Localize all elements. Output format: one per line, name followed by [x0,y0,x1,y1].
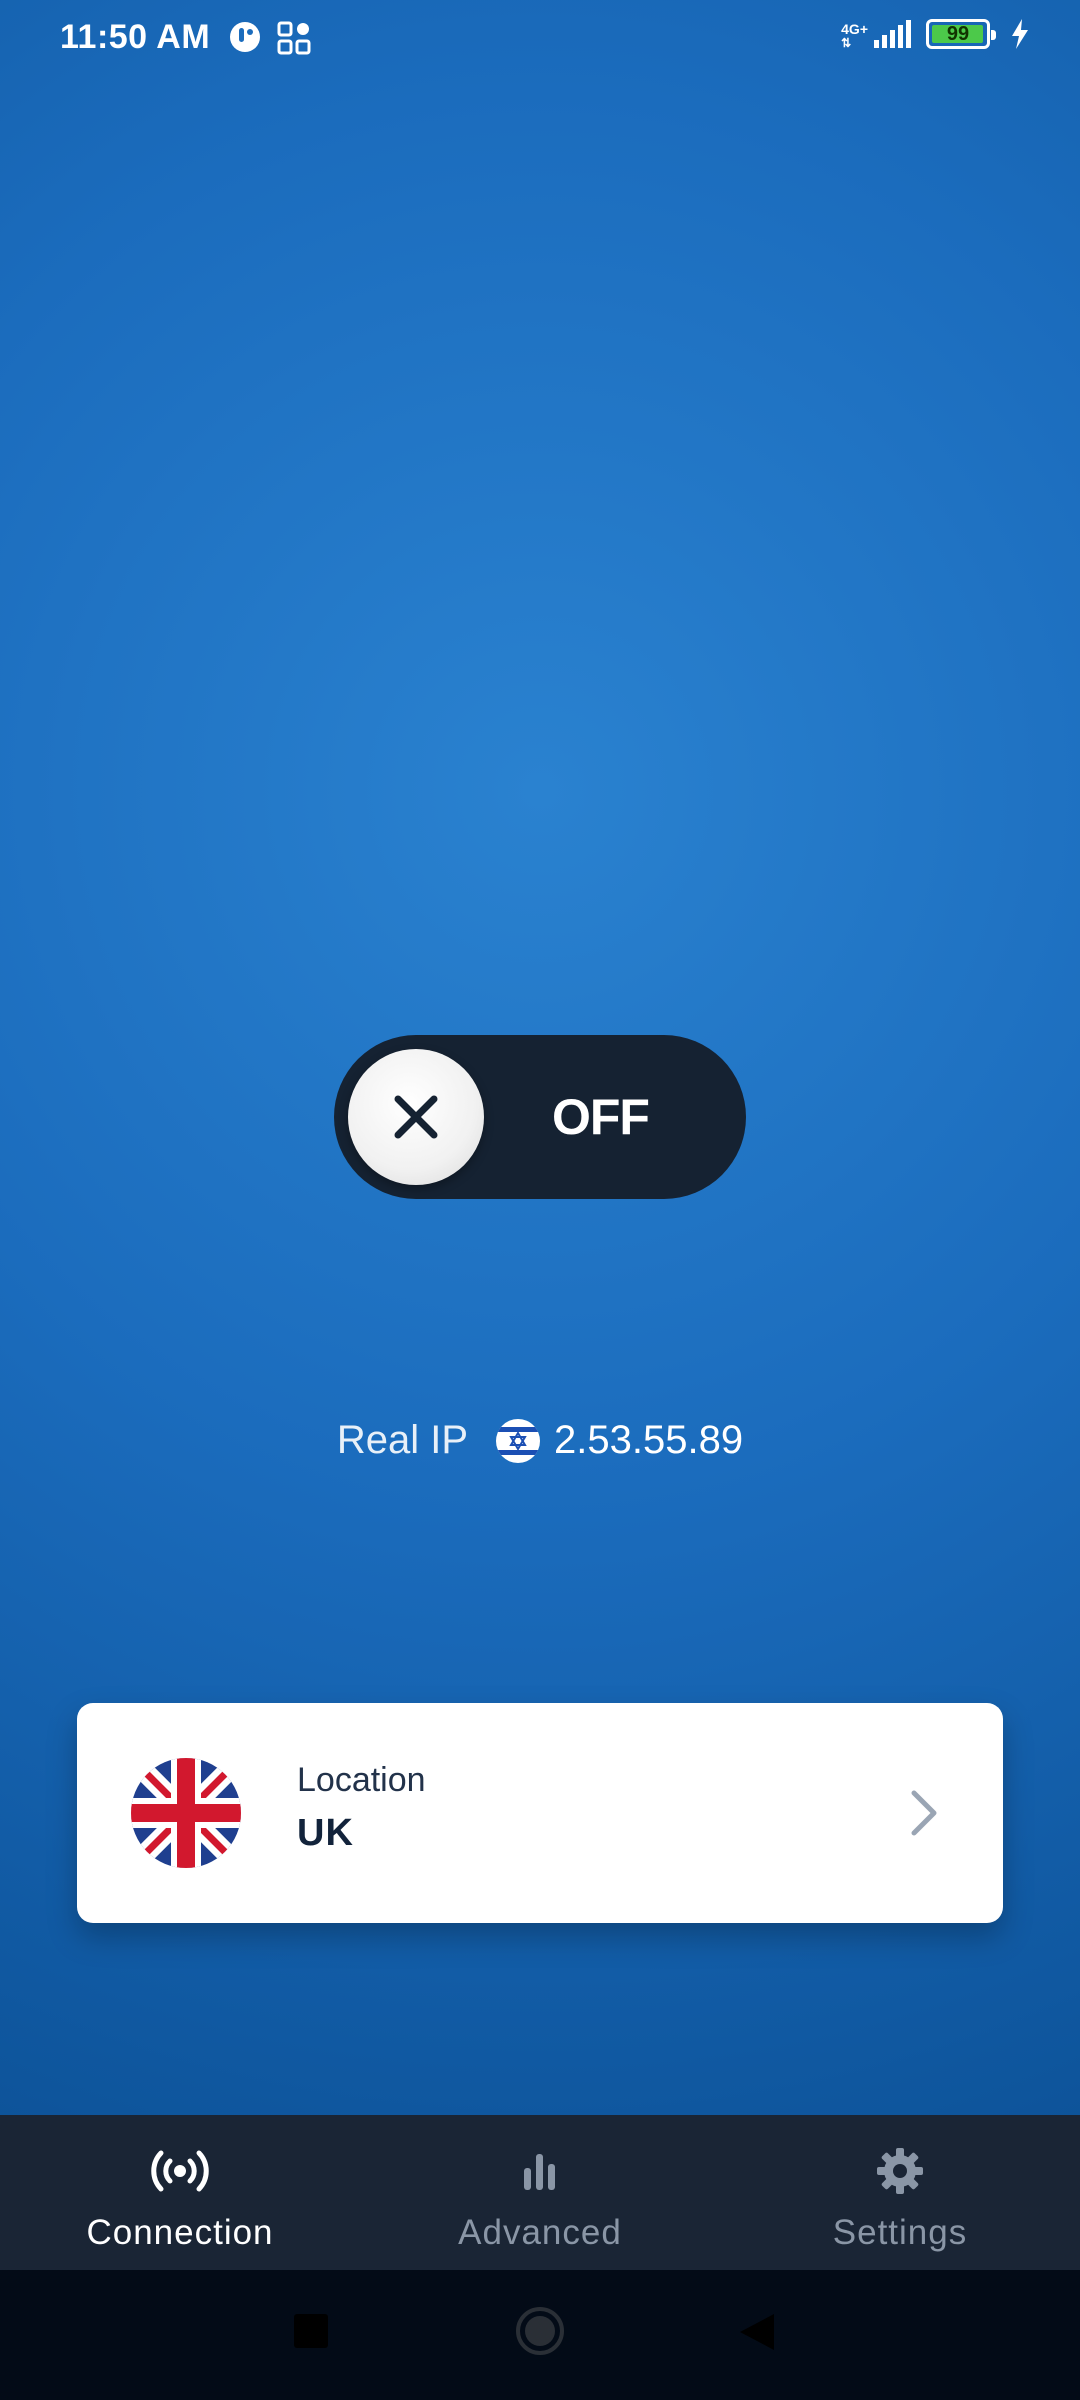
back-icon [740,2314,774,2350]
ip-address: 2.53.55.89 [554,1418,744,1462]
nav-settings-label: Settings [832,2213,968,2252]
location-label: Location [297,1761,426,1799]
bottom-nav: Connection Advanced Settings [0,2115,1080,2270]
home-icon [516,2307,564,2355]
location-card[interactable]: Location UK [77,1703,1003,1923]
nav-connection-label: Connection [86,2213,274,2252]
status-time: 11:50 AM [60,18,211,56]
charging-bolt-icon [1012,19,1028,49]
battery-indicator: 99 [926,19,996,49]
recent-apps-button[interactable] [294,2314,328,2348]
grid-app-icon [276,20,312,61]
ip-info: Real IP 2.53.55.89 [0,1418,1080,1463]
status-bar: 11:50 AM 4G+ ⇅ 99 [0,0,1080,80]
signal-icon [874,20,911,48]
israel-flag-icon [496,1418,541,1463]
network-type: 4G+ [841,21,868,37]
notification-app-icon [228,20,262,59]
system-nav-bar [0,2270,1080,2400]
uk-flag-icon [131,1758,241,1868]
toggle-knob[interactable] [348,1049,484,1185]
nav-connection[interactable]: Connection [0,2115,360,2270]
ip-label: Real IP [336,1418,469,1462]
toggle-state-label: OFF [552,1089,650,1145]
location-text: Location UK [297,1761,426,1855]
gear-icon [875,2143,925,2199]
close-icon [394,1095,438,1139]
bar-chart-icon [522,2143,558,2199]
network-indicator: 4G+ ⇅ [841,18,912,50]
broadcast-icon [150,2143,210,2199]
chevron-right-icon [911,1790,937,1836]
back-button[interactable] [738,2312,776,2357]
nav-settings[interactable]: Settings [720,2115,1080,2270]
data-arrows-icon: ⇅ [841,36,852,50]
battery-level: 99 [946,22,970,45]
nav-advanced-label: Advanced [458,2213,622,2252]
vpn-toggle[interactable]: OFF [334,1035,746,1199]
nav-advanced[interactable]: Advanced [360,2115,720,2270]
home-button[interactable] [515,2306,565,2361]
location-value: UK [297,1812,354,1854]
